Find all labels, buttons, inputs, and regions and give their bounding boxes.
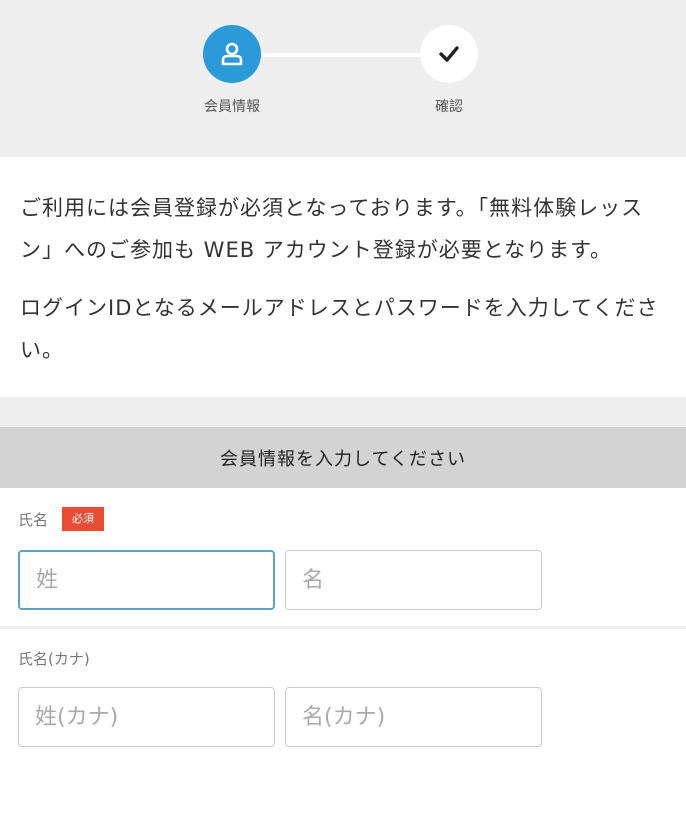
- check-icon: [439, 46, 459, 62]
- name-kana-field-group: 氏名(カナ): [0, 629, 686, 747]
- section-spacer: [0, 397, 686, 427]
- step-label-member-info: 会員情報: [204, 99, 260, 115]
- name-label: 氏名: [18, 510, 49, 529]
- name-kana-inputs: [18, 687, 686, 747]
- last-name-input[interactable]: [18, 550, 275, 610]
- name-kana-label: 氏名(カナ): [18, 649, 90, 668]
- user-icon: [221, 42, 243, 66]
- stepper-connector-line: [232, 53, 448, 57]
- intro-paragraph-login: ログインIDとなるメールアドレスとパスワードを入力してください。: [20, 296, 659, 362]
- name-field-group: 氏名 必須: [0, 488, 686, 610]
- progress-stepper: 会員情報 確認: [0, 0, 686, 157]
- intro-paragraph-registration: ご利用には会員登録が必須となっております。「無料体験レッスン」へのご参加も WE…: [20, 196, 644, 262]
- first-name-kana-input[interactable]: [285, 687, 542, 747]
- name-kana-label-row: 氏名(カナ): [18, 647, 686, 669]
- name-label-row: 氏名 必須: [18, 507, 686, 531]
- required-badge: 必須: [62, 507, 105, 531]
- first-name-input[interactable]: [285, 550, 542, 610]
- name-inputs: [18, 550, 686, 610]
- intro-text: ご利用には会員登録が必須となっております。「無料体験レッスン」へのご参加も WE…: [0, 157, 686, 397]
- step-member-info: [203, 25, 261, 83]
- section-title: 会員情報を入力してください: [0, 427, 686, 488]
- step-confirm: [420, 25, 478, 83]
- step-label-confirm: 確認: [435, 99, 463, 115]
- last-name-kana-input[interactable]: [18, 687, 275, 747]
